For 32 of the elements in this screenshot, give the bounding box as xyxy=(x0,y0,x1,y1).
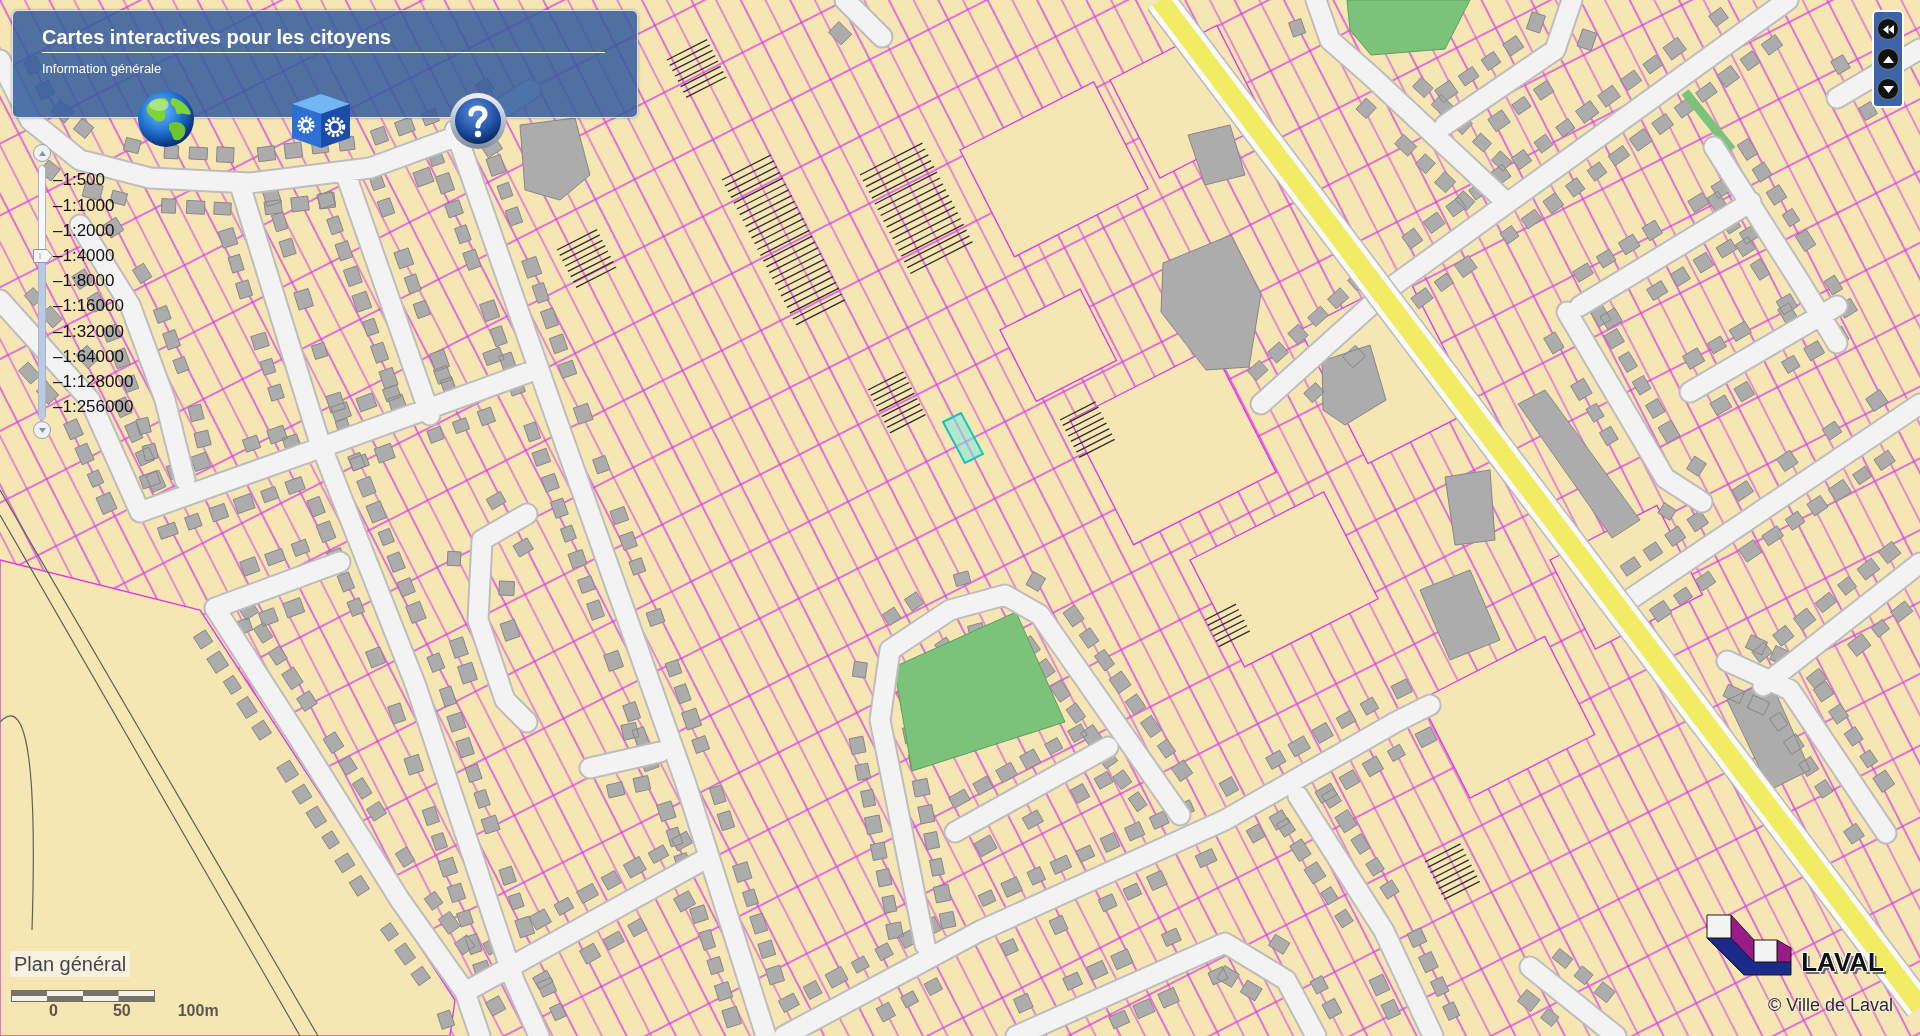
scale-label: 100m xyxy=(177,1002,219,1019)
scale-option[interactable]: –1:32000 xyxy=(53,318,134,344)
linear-park xyxy=(1681,89,1736,153)
scale-option[interactable]: –1:128000 xyxy=(53,369,134,395)
scale-option[interactable]: –1:8000 xyxy=(53,268,134,294)
scale-label: 0 xyxy=(49,1002,58,1019)
scale-option[interactable]: –1:4000 xyxy=(53,243,134,269)
up-triangle-icon xyxy=(38,150,46,156)
highlighted-parcel xyxy=(942,412,984,464)
logo-icon xyxy=(1706,914,1793,976)
scale-option[interactable]: –1:1000 xyxy=(53,192,134,218)
globe-icon[interactable] xyxy=(137,90,195,148)
up-triangle-icon xyxy=(1882,55,1894,63)
scale-option[interactable]: –1:16000 xyxy=(53,293,134,319)
gears-cube-icon[interactable] xyxy=(290,92,352,150)
scale-option[interactable]: –1:256000 xyxy=(53,394,134,420)
scale-option[interactable]: –1:2000 xyxy=(53,217,134,243)
panel-title: Cartes interactives pour les citoyens xyxy=(42,25,392,49)
double-left-triangle-icon xyxy=(1882,24,1894,34)
panel-subtitle: Information générale xyxy=(42,61,162,77)
rewind-button[interactable] xyxy=(1877,18,1899,40)
scale-option[interactable]: –1:64000 xyxy=(53,343,134,369)
logo-text: LAVAL xyxy=(1800,948,1885,976)
down-button[interactable] xyxy=(1877,78,1899,100)
scale-option[interactable]: –1:500 xyxy=(53,167,134,193)
slider-track[interactable] xyxy=(38,165,46,420)
map-layer-label: Plan général xyxy=(10,951,131,977)
up-button[interactable] xyxy=(1877,48,1899,70)
scale-label: 50 xyxy=(112,1002,131,1019)
down-triangle-icon xyxy=(1882,85,1894,93)
help-icon[interactable] xyxy=(448,92,508,150)
down-triangle-icon xyxy=(38,427,46,433)
